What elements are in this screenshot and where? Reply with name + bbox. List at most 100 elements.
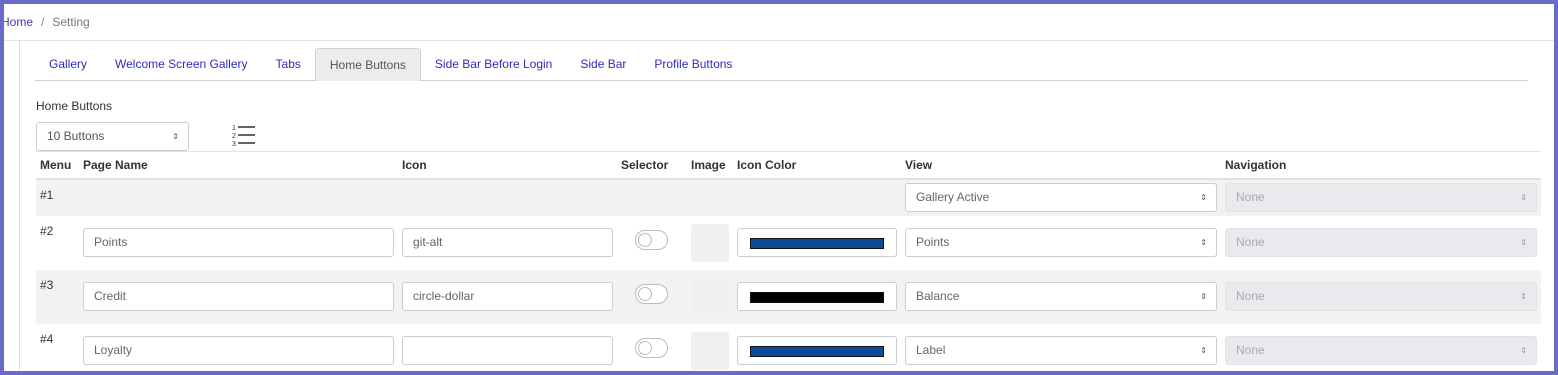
row-page-name-cell [79, 178, 398, 216]
icon-input[interactable]: circle-dollar [402, 282, 613, 311]
view-value: Gallery Active [916, 190, 990, 204]
selector-toggle[interactable] [635, 337, 668, 358]
selector-toggle[interactable] [635, 283, 668, 304]
row-image-cell [687, 269, 733, 324]
tab-gallery[interactable]: Gallery [35, 48, 101, 81]
button-count-value: 10 Buttons [47, 129, 105, 143]
row-color-cell [733, 216, 901, 270]
svg-text:3: 3 [232, 141, 236, 147]
row-navigation-cell: None ⇕ [1221, 178, 1541, 216]
header-page-name: Page Name [79, 151, 398, 180]
image-placeholder[interactable] [691, 223, 729, 262]
color-swatch [750, 292, 884, 303]
row-navigation-cell: None ⇕ [1221, 269, 1541, 324]
row-icon-cell: circle-dollar [398, 269, 617, 324]
tab-welcome-screen-gallery[interactable]: Welcome Screen Gallery [101, 48, 262, 81]
row-page-name-cell: Credit [79, 269, 398, 324]
view-select[interactable]: Label ⇕ [905, 336, 1217, 365]
selector-toggle[interactable] [635, 229, 668, 250]
table-row: #4 Loyalty Label ⇕ None ⇕ [36, 324, 1541, 372]
color-swatch [750, 238, 884, 249]
app-frame: Home / Setting Gallery Welcome Screen Ga… [4, 4, 1554, 371]
breadcrumb-home-link[interactable]: Home [4, 15, 33, 29]
row-view-cell: Label ⇕ [901, 324, 1221, 372]
select-caret-icon: ⇕ [1200, 346, 1207, 355]
page-name-input[interactable]: Loyalty [83, 336, 394, 365]
page-name-input[interactable]: Points [83, 228, 394, 257]
row-color-cell [733, 178, 901, 216]
row-color-cell [733, 324, 901, 372]
button-count-select[interactable]: 10 Buttons ⇕ [36, 122, 189, 151]
view-value: Label [916, 343, 946, 357]
select-caret-icon: ⇕ [1520, 193, 1527, 202]
navigation-value: None [1236, 343, 1265, 357]
tab-side-bar[interactable]: Side Bar [566, 48, 640, 81]
row-page-name-cell: Points [79, 216, 398, 270]
row-selector-cell [617, 324, 687, 372]
home-buttons-table: Menu Page Name Icon Selector Image Icon … [36, 151, 1541, 371]
toggle-knob [638, 232, 652, 247]
header-icon-color: Icon Color [733, 151, 901, 180]
row-icon-cell [398, 324, 617, 372]
select-caret-icon: ⇕ [1520, 346, 1527, 355]
row-menu-number: #3 [36, 269, 79, 324]
row-image-cell [687, 216, 733, 270]
header-view: View [901, 151, 1221, 180]
select-caret-icon: ⇕ [1520, 238, 1527, 247]
icon-color-picker[interactable] [737, 336, 897, 365]
image-placeholder[interactable] [691, 277, 729, 316]
image-placeholder[interactable] [691, 331, 729, 370]
tab-home-buttons[interactable]: Home Buttons [314, 48, 421, 81]
breadcrumb: Home / Setting [4, 4, 1554, 41]
navigation-select[interactable]: None ⇕ [1225, 228, 1537, 257]
row-navigation-cell: None ⇕ [1221, 324, 1541, 372]
row-menu-number: #4 [40, 331, 54, 346]
navigation-value: None [1236, 289, 1265, 303]
row-image-cell [687, 178, 733, 216]
header-image: Image [687, 151, 733, 180]
row-page-name-cell: Loyalty [79, 324, 398, 372]
icon-color-picker[interactable] [737, 282, 897, 311]
select-caret-icon: ⇕ [1200, 238, 1207, 247]
row-selector-cell [617, 216, 687, 270]
view-select[interactable]: Points ⇕ [905, 228, 1217, 257]
view-select[interactable]: Balance ⇕ [905, 282, 1217, 311]
header-navigation: Navigation [1221, 151, 1541, 180]
row-navigation-cell: None ⇕ [1221, 216, 1541, 270]
navigation-select[interactable]: None ⇕ [1225, 282, 1537, 311]
settings-tabs: Gallery Welcome Screen Gallery Tabs Home… [35, 48, 1528, 81]
navigation-value: None [1236, 235, 1265, 249]
breadcrumb-separator: / [41, 15, 45, 29]
tab-side-bar-before-login[interactable]: Side Bar Before Login [421, 48, 566, 81]
view-value: Points [916, 235, 950, 249]
header-menu: Menu [36, 151, 79, 180]
settings-panel: Gallery Welcome Screen Gallery Tabs Home… [19, 41, 1554, 371]
navigation-select[interactable]: None ⇕ [1225, 183, 1537, 212]
view-value: Balance [916, 289, 960, 303]
row-menu-number: #2 [40, 223, 54, 238]
select-caret-icon: ⇕ [1200, 193, 1207, 202]
icon-input[interactable]: git-alt [402, 228, 613, 257]
row-view-cell: Points ⇕ [901, 216, 1221, 270]
navigation-select[interactable]: None ⇕ [1225, 336, 1537, 365]
row-selector-cell [617, 269, 687, 324]
table-row: #3 Credit circle-dollar Balance ⇕ None ⇕ [36, 269, 1541, 324]
select-caret-icon: ⇕ [1200, 292, 1207, 301]
icon-input[interactable] [402, 336, 613, 365]
tab-profile-buttons[interactable]: Profile Buttons [640, 48, 746, 81]
row-icon-cell [398, 178, 617, 216]
select-caret-icon: ⇕ [172, 132, 179, 141]
page-name-input[interactable]: Credit [83, 282, 394, 311]
header-selector: Selector [617, 151, 687, 180]
header-icon: Icon [398, 151, 617, 180]
icon-color-picker[interactable] [737, 228, 897, 257]
select-caret-icon: ⇕ [1520, 292, 1527, 301]
toggle-knob [638, 286, 652, 301]
view-select[interactable]: Gallery Active ⇕ [905, 183, 1217, 212]
navigation-value: None [1236, 190, 1265, 204]
breadcrumb-current: Setting [52, 15, 90, 29]
tab-tabs[interactable]: Tabs [262, 48, 315, 81]
ordered-list-icon[interactable]: 1 2 3 [232, 123, 256, 147]
row-selector-cell [617, 178, 687, 216]
svg-text:1: 1 [232, 125, 236, 132]
